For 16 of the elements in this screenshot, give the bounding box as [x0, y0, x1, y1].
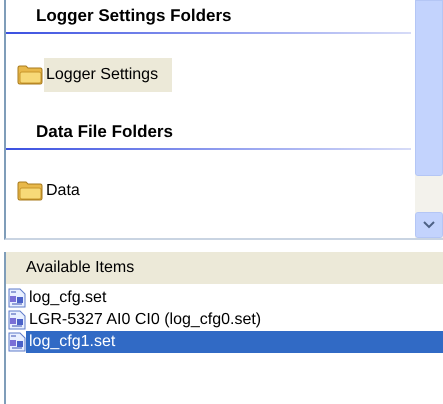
folder-item[interactable]: Logger Settings	[44, 58, 172, 92]
scroll-down-button[interactable]	[415, 212, 443, 238]
settings-file-icon	[8, 310, 26, 330]
file-item[interactable]: log_cfg1.set	[26, 331, 443, 353]
settings-file-icon	[8, 332, 26, 352]
section-heading: Logger Settings Folders	[35, 5, 233, 27]
file-item[interactable]: LGR-5327 AI0 CI0 (log_cfg0.set)	[26, 309, 443, 331]
chevron-down-icon	[423, 221, 435, 229]
scrollbar-thumb[interactable]	[415, 0, 443, 176]
folder-icon	[16, 64, 44, 86]
file-item[interactable]: log_cfg.set	[26, 287, 443, 309]
settings-file-icon	[8, 288, 26, 308]
section-heading: Data File Folders	[35, 121, 174, 143]
list-header: Available Items	[6, 252, 443, 284]
folder-icon	[16, 180, 44, 202]
folder-item[interactable]: Data	[44, 174, 94, 208]
